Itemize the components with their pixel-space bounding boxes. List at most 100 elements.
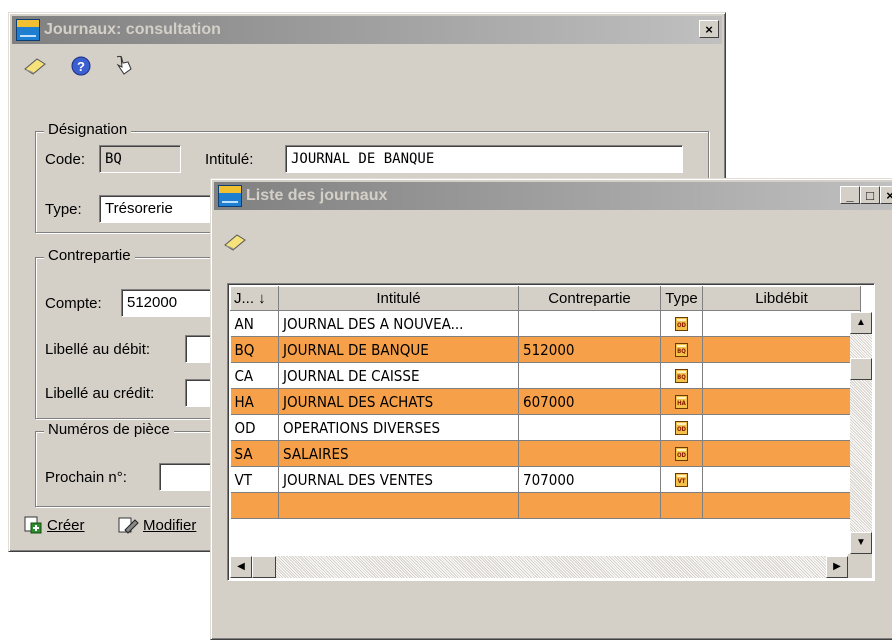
cell-code[interactable]: SA	[230, 440, 279, 467]
cell-libdebit[interactable]	[702, 492, 861, 519]
consultation-titlebar[interactable]: Journaux: consultation ×	[12, 16, 722, 44]
cell-code[interactable]: OD	[230, 414, 279, 441]
cell-code[interactable]: BQ	[230, 336, 279, 363]
edit-icon[interactable]	[23, 55, 47, 77]
cell-type[interactable]: OD	[660, 310, 703, 337]
vertical-scrollbar[interactable]: ▲ ▼	[850, 312, 872, 554]
table-row[interactable]: OD OPERATIONS DIVERSES OD	[230, 414, 861, 441]
cell-type[interactable]: OD	[660, 440, 703, 467]
cell-code-text: SA	[234, 444, 253, 463]
cell-contrepartie[interactable]	[518, 362, 661, 389]
cell-contrepartie-text: 707000	[523, 470, 575, 489]
journaux-grid[interactable]: J... ↓ Intitulé Contrepartie Type Libdéb…	[227, 283, 875, 581]
cell-type[interactable]: VT	[660, 466, 703, 493]
app-icon	[16, 19, 40, 41]
consultation-title: Journaux: consultation	[44, 21, 221, 38]
table-row[interactable]: VT JOURNAL DES VENTES 707000 VT	[230, 466, 861, 493]
cell-contrepartie[interactable]: 607000	[518, 388, 661, 415]
cell-intitule[interactable]: JOURNAL DES ACHATS	[278, 388, 519, 415]
column-header-libdebit[interactable]: Libdébit	[702, 286, 861, 311]
cell-type[interactable]: BQ	[660, 336, 703, 363]
cell-type[interactable]	[660, 492, 703, 519]
table-row[interactable]: BQ JOURNAL DE BANQUE 512000 BQ	[230, 336, 861, 363]
table-row[interactable]: HA JOURNAL DES ACHATS 607000 HA	[230, 388, 861, 415]
scroll-left-button[interactable]: ◀	[230, 556, 252, 578]
help-icon[interactable]: ?	[69, 55, 93, 77]
journal-type-icon: BQ	[675, 369, 688, 383]
scroll-up-button[interactable]: ▲	[850, 312, 872, 334]
cell-type[interactable]: BQ	[660, 362, 703, 389]
libelle-credit-label: Libellé au crédit:	[45, 385, 155, 402]
table-row[interactable]: SA SALAIRES OD	[230, 440, 861, 467]
cell-code[interactable]: CA	[230, 362, 279, 389]
close-button[interactable]: ×	[880, 186, 892, 204]
cell-intitule-text: OPERATIONS DIVERSES	[283, 418, 441, 437]
scroll-h-thumb[interactable]	[252, 556, 276, 578]
modifier-label: Modifier	[143, 516, 197, 534]
modify-icon	[118, 517, 139, 534]
cell-libdebit[interactable]	[702, 336, 861, 363]
creer-button[interactable]: Créer	[23, 515, 85, 535]
table-row[interactable]: CA JOURNAL DE CAISSE BQ	[230, 362, 861, 389]
journaux-table: J... ↓ Intitulé Contrepartie Type Libdéb…	[230, 286, 861, 519]
scroll-thumb[interactable]	[850, 358, 872, 380]
libelle-debit-label: Libellé au débit:	[45, 341, 151, 358]
cell-code-text: BQ	[234, 340, 255, 359]
scroll-down-button[interactable]: ▼	[850, 532, 872, 554]
close-button[interactable]: ×	[699, 20, 719, 38]
intitule-field[interactable]: JOURNAL DE BANQUE	[285, 145, 683, 173]
cell-type[interactable]: HA	[660, 388, 703, 415]
cell-intitule[interactable]: JOURNAL DES A NOUVEA...	[278, 310, 519, 337]
cell-libdebit[interactable]	[702, 440, 861, 467]
cell-libdebit[interactable]	[702, 310, 861, 337]
journal-type-icon: OD	[675, 317, 688, 331]
table-row[interactable]: AN JOURNAL DES A NOUVEA... OD	[230, 310, 861, 337]
cell-contrepartie[interactable]	[518, 440, 661, 467]
journal-type-code: BQ	[677, 348, 686, 355]
journal-type-code: BQ	[677, 374, 686, 381]
modifier-button[interactable]: Modifier	[117, 515, 196, 535]
cell-libdebit[interactable]	[702, 414, 861, 441]
prochain-label: Prochain n°:	[45, 469, 127, 486]
cell-contrepartie[interactable]: 707000	[518, 466, 661, 493]
cell-contrepartie[interactable]	[518, 310, 661, 337]
cell-intitule[interactable]	[278, 492, 519, 519]
column-header-type[interactable]: Type	[660, 286, 703, 311]
cell-contrepartie-text: 607000	[523, 392, 575, 411]
cell-intitule-text: JOURNAL DES VENTES	[283, 470, 433, 489]
cell-intitule-text: JOURNAL DE BANQUE	[283, 340, 429, 359]
cell-type[interactable]: OD	[660, 414, 703, 441]
type-select[interactable]: Trésorerie	[99, 195, 219, 223]
cell-contrepartie[interactable]	[518, 492, 661, 519]
liste-titlebar[interactable]: Liste des journaux _ □ ×	[214, 182, 892, 210]
cell-intitule[interactable]: JOURNAL DES VENTES	[278, 466, 519, 493]
code-field[interactable]: BQ	[99, 145, 181, 173]
cell-contrepartie[interactable]: 512000	[518, 336, 661, 363]
cell-code[interactable]: HA	[230, 388, 279, 415]
minimize-button[interactable]: _	[840, 186, 860, 204]
maximize-button[interactable]: □	[860, 186, 880, 204]
edit-icon[interactable]	[223, 231, 247, 253]
cell-intitule[interactable]: JOURNAL DE BANQUE	[278, 336, 519, 363]
cell-contrepartie[interactable]	[518, 414, 661, 441]
cell-intitule[interactable]: SALAIRES	[278, 440, 519, 467]
liste-title: Liste des journaux	[246, 187, 388, 204]
compte-field[interactable]: 512000	[121, 289, 221, 317]
cell-libdebit[interactable]	[702, 388, 861, 415]
pointer-icon[interactable]	[113, 53, 137, 75]
table-row[interactable]	[230, 492, 861, 519]
cell-intitule[interactable]: OPERATIONS DIVERSES	[278, 414, 519, 441]
cell-libdebit[interactable]	[702, 466, 861, 493]
cell-code[interactable]: AN	[230, 310, 279, 337]
cell-intitule[interactable]: JOURNAL DE CAISSE	[278, 362, 519, 389]
scroll-right-button[interactable]: ▶	[826, 556, 848, 578]
cell-intitule-text: SALAIRES	[283, 444, 349, 463]
column-header-code[interactable]: J... ↓	[230, 286, 279, 311]
cell-code[interactable]	[230, 492, 279, 519]
column-header-intitule[interactable]: Intitulé	[278, 286, 519, 311]
column-header-contrepartie[interactable]: Contrepartie	[518, 286, 661, 311]
horizontal-scrollbar[interactable]: ◀ ▶	[230, 556, 848, 578]
cell-code[interactable]: VT	[230, 466, 279, 493]
cell-libdebit[interactable]	[702, 362, 861, 389]
scroll-corner	[848, 554, 872, 578]
